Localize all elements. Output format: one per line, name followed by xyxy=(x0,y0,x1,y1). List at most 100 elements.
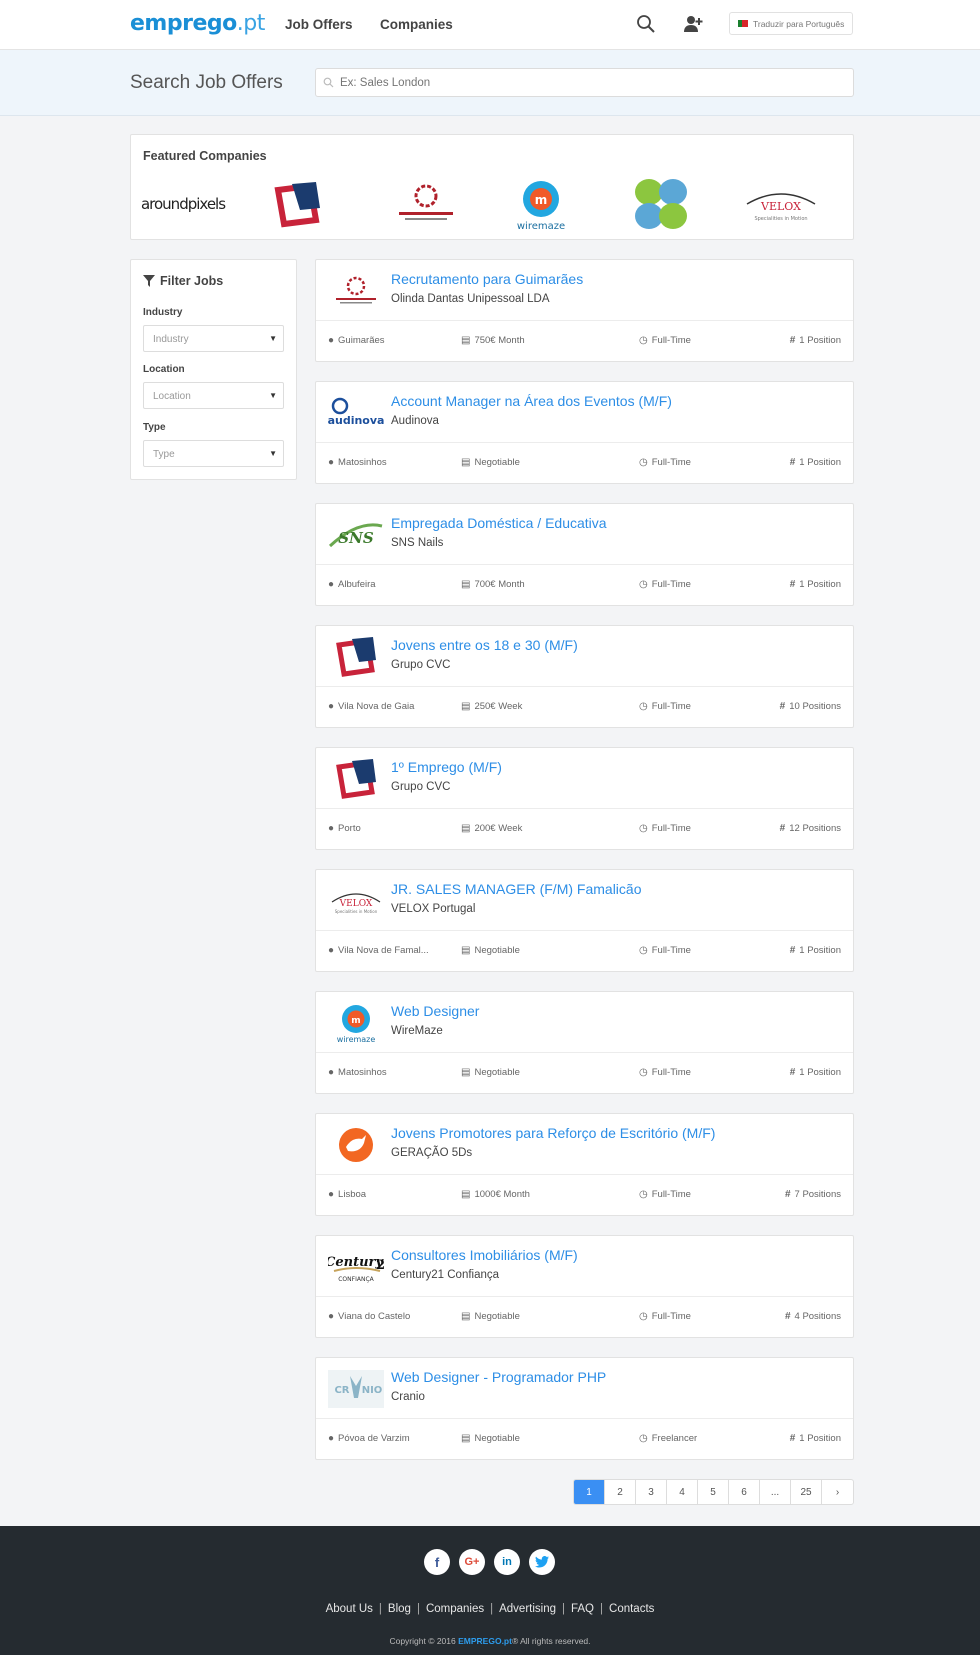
job-type: ◷ Full-Time xyxy=(639,457,691,468)
search-input[interactable] xyxy=(340,76,830,89)
job-card[interactable]: Jovens Promotores para Reforço de Escrit… xyxy=(315,1113,854,1216)
footer-link[interactable]: Companies xyxy=(426,1603,484,1615)
clock-icon: ◷ xyxy=(639,1311,648,1322)
job-title-link[interactable]: Jovens entre os 18 e 30 (M/F) xyxy=(391,637,578,653)
type-select[interactable]: Type ▼ xyxy=(143,440,284,467)
job-title-link[interactable]: Jovens Promotores para Reforço de Escrit… xyxy=(391,1125,715,1141)
job-type: ◷ Full-Time xyxy=(639,1189,691,1200)
nav-companies[interactable]: Companies xyxy=(380,17,453,32)
company-logo-wiremaze[interactable]: m wiremaze xyxy=(506,177,576,231)
page-button[interactable]: 25 xyxy=(791,1480,822,1504)
svg-text:wiremaze: wiremaze xyxy=(517,221,565,231)
job-card[interactable]: VELOX Specialities in Motion JR. SALES MAN… xyxy=(315,869,854,972)
job-card[interactable]: m wiremaze Web Designer WireMaze ● Matosinhos… xyxy=(315,991,854,1094)
job-positions: #1 Position xyxy=(789,335,841,346)
job-card[interactable]: SNS Empregada Doméstica / Educativa SNS Na… xyxy=(315,503,854,606)
page-button[interactable]: 1 xyxy=(574,1480,605,1504)
location-select[interactable]: Location ▼ xyxy=(143,382,284,409)
job-salary: ▤ 200€ Week xyxy=(461,823,523,834)
company-logo-caravela[interactable] xyxy=(626,177,696,231)
footer-link[interactable]: About Us xyxy=(326,1603,373,1615)
location-label: Location xyxy=(143,364,185,375)
job-title-link[interactable]: Web Designer xyxy=(391,1003,479,1019)
svg-text:CONFIANÇA: CONFIANÇA xyxy=(338,1276,374,1283)
job-title-link[interactable]: Empregada Doméstica / Educativa xyxy=(391,515,607,531)
industry-select[interactable]: Industry ▼ xyxy=(143,325,284,352)
job-card-header: VELOX Specialities in Motion JR. SALES MAN… xyxy=(316,870,853,931)
job-company: SNS Nails xyxy=(391,537,444,549)
company-logo[interactable] xyxy=(328,636,384,678)
job-location: ● Vila Nova de Gaia xyxy=(328,701,415,712)
company-logo[interactable] xyxy=(328,270,384,312)
company-logo[interactable]: SNS xyxy=(328,514,384,556)
footer-link[interactable]: Contacts xyxy=(609,1603,654,1615)
company-logo-grupo-cvc[interactable] xyxy=(267,177,327,231)
company-logo[interactable]: m wiremaze xyxy=(328,1002,384,1044)
job-title-link[interactable]: 1º Emprego (M/F) xyxy=(391,759,502,775)
page-button[interactable]: 5 xyxy=(698,1480,729,1504)
company-logo-aroundpixels[interactable]: aroundpixels xyxy=(141,177,226,231)
company-logo[interactable]: Century21CONFIANÇA xyxy=(328,1246,384,1288)
company-logo[interactable]: VELOX Specialities in Motion xyxy=(328,880,384,922)
company-logo[interactable]: audinova xyxy=(328,392,384,434)
job-location: ● Matosinhos xyxy=(328,1067,387,1078)
globe-icon: ● xyxy=(328,335,335,346)
search-icon[interactable] xyxy=(635,13,657,35)
link-separator: | xyxy=(562,1603,565,1615)
page-button[interactable]: 2 xyxy=(605,1480,636,1504)
job-title-link[interactable]: Web Designer - Programador PHP xyxy=(391,1369,606,1385)
link-separator: | xyxy=(416,1603,420,1615)
linkedin-icon[interactable]: in xyxy=(494,1549,520,1575)
job-positions: #1 Position xyxy=(789,945,841,956)
svg-text:wiremaze: wiremaze xyxy=(337,1035,376,1044)
company-logo[interactable]: CR NIO xyxy=(328,1368,384,1410)
page-button[interactable]: 3 xyxy=(636,1480,667,1504)
job-title-link[interactable]: Consultores Imobiliários (M/F) xyxy=(391,1247,578,1263)
globe-icon: ● xyxy=(328,945,335,956)
hash-icon: # xyxy=(789,335,796,346)
add-user-icon[interactable] xyxy=(682,13,704,35)
top-navbar: emprego.pt Job Offers Companies Traduzir… xyxy=(0,0,980,50)
job-card[interactable]: Jovens entre os 18 e 30 (M/F) Grupo CVC ● V… xyxy=(315,625,854,728)
job-card[interactable]: Century21CONFIANÇA Consultores Imobiliári… xyxy=(315,1235,854,1338)
google-plus-icon[interactable]: G+ xyxy=(459,1549,485,1575)
site-logo[interactable]: emprego.pt xyxy=(130,11,265,36)
footer-link[interactable]: Advertising xyxy=(499,1603,556,1615)
globe-icon: ● xyxy=(328,1433,335,1444)
filter-panel: Filter Jobs Industry Industry ▼ Location … xyxy=(130,259,297,480)
company-logo-velox[interactable]: VELOX Specialities in Motion xyxy=(736,177,826,231)
hash-icon: # xyxy=(779,701,786,712)
svg-text:audinova: audinova xyxy=(328,414,384,427)
job-title-link[interactable]: Account Manager na Área dos Eventos (M/F… xyxy=(391,393,672,409)
company-logo-olinda-dantas[interactable] xyxy=(386,177,466,231)
page-button[interactable]: 6 xyxy=(729,1480,760,1504)
company-logo[interactable] xyxy=(328,758,384,800)
money-icon: ▤ xyxy=(461,823,471,834)
next-page-button[interactable]: › xyxy=(822,1480,853,1504)
money-icon: ▤ xyxy=(461,1433,471,1444)
job-card[interactable]: audinova Account Manager na Área dos Even… xyxy=(315,381,854,484)
link-separator: | xyxy=(378,1603,382,1615)
job-card[interactable]: Recrutamento para Guimarães Olinda Dantas… xyxy=(315,259,854,362)
clock-icon: ◷ xyxy=(639,335,648,346)
job-positions: #1 Position xyxy=(789,1067,841,1078)
money-icon: ▤ xyxy=(461,457,471,468)
facebook-icon[interactable]: f xyxy=(424,1549,450,1575)
footer-link[interactable]: Blog xyxy=(388,1603,411,1615)
search-field[interactable] xyxy=(315,68,854,97)
nav-job-offers[interactable]: Job Offers xyxy=(285,17,353,32)
job-positions: #1 Position xyxy=(789,1433,841,1444)
job-card[interactable]: CR NIO Web Designer - Programador PHP Crani… xyxy=(315,1357,854,1460)
page-button[interactable]: 4 xyxy=(667,1480,698,1504)
job-title-link[interactable]: Recrutamento para Guimarães xyxy=(391,271,583,287)
footer-link[interactable]: FAQ xyxy=(571,1603,594,1615)
company-logo[interactable] xyxy=(328,1124,384,1166)
globe-icon: ● xyxy=(328,457,335,468)
translate-button[interactable]: Traduzir para Português xyxy=(729,12,853,35)
job-card[interactable]: 1º Emprego (M/F) Grupo CVC ● Porto ▤ 200€ Wee… xyxy=(315,747,854,850)
job-title-link[interactable]: JR. SALES MANAGER (F/M) Famalicão xyxy=(391,881,642,897)
svg-text:Specialities in Motion: Specialities in Motion xyxy=(754,216,807,222)
twitter-icon[interactable] xyxy=(529,1549,555,1575)
globe-icon: ● xyxy=(328,1067,335,1078)
job-card-header: Recrutamento para Guimarães Olinda Dantas… xyxy=(316,260,853,321)
